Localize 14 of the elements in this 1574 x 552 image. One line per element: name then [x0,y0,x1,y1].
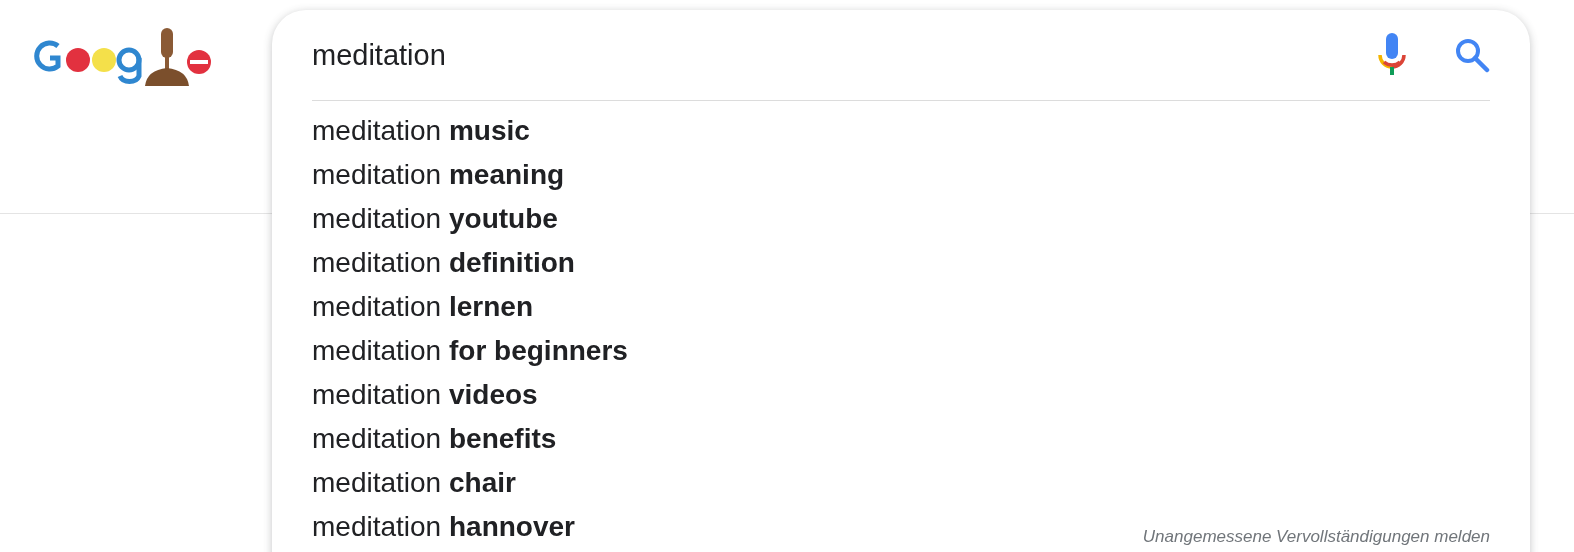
suggestion-item[interactable]: meditation lernen [312,285,1490,329]
suggestion-item[interactable]: meditation benefits [312,417,1490,461]
suggestion-item[interactable]: meditation meaning [312,153,1490,197]
suggestion-item[interactable]: meditation music [312,109,1490,153]
suggestion-item[interactable]: meditation videos [312,373,1490,417]
report-link[interactable]: Unangemessene Vervollständigungen melden [1142,527,1490,547]
suggestion-item[interactable]: meditation definition [312,241,1490,285]
suggestion-item[interactable]: meditation hannover [312,505,575,549]
search-field[interactable]: meditation [312,38,1376,72]
suggestion-item[interactable]: meditation for beginners [312,329,1490,373]
microphone-icon[interactable] [1376,33,1408,77]
suggestion-item[interactable]: meditation chair [312,461,1490,505]
suggestion-item[interactable]: meditation youtube [312,197,1490,241]
search-icon[interactable] [1454,37,1490,73]
